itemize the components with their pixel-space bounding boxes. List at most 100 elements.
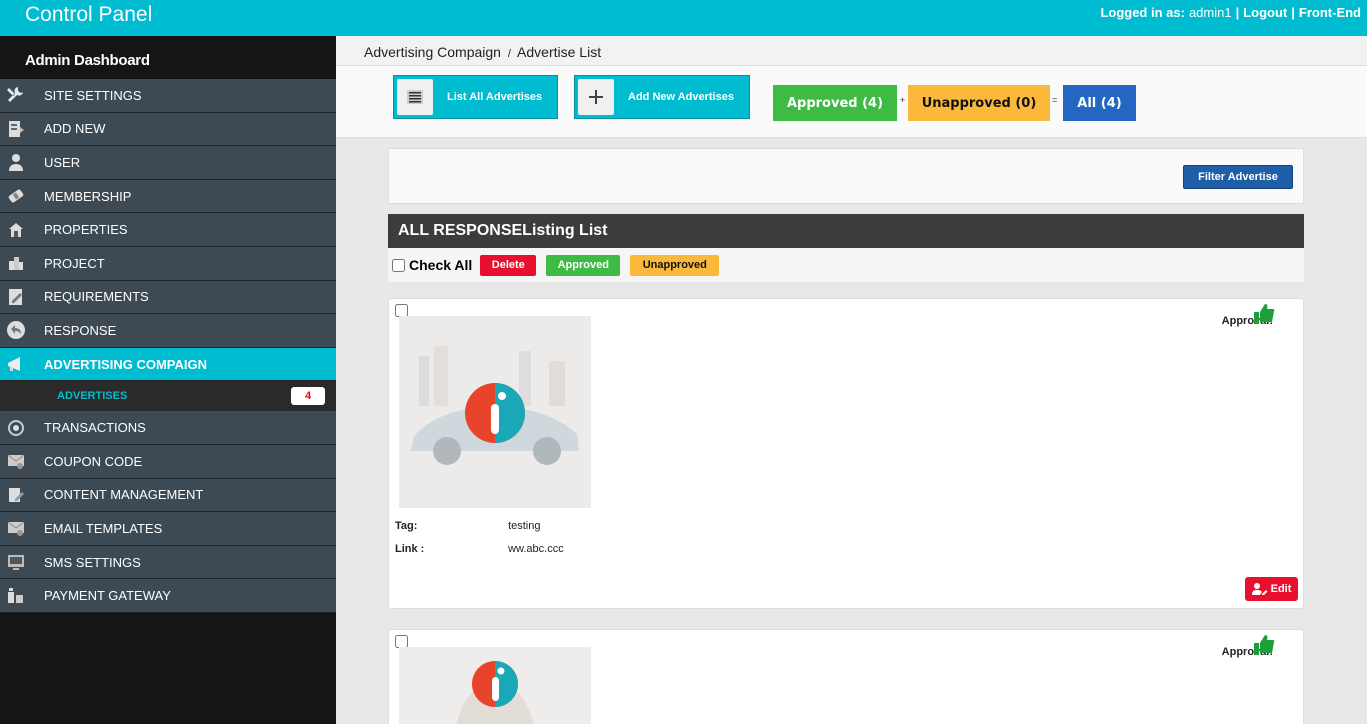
email-icon bbox=[6, 518, 26, 538]
list-content: Filter Advertise ALL RESPONSEListing Lis… bbox=[388, 148, 1304, 724]
payment-icon bbox=[6, 586, 26, 606]
top-header: Control Panel Logged in as: admin1 | Log… bbox=[0, 0, 1367, 36]
sidebar-item-label: EMAIL TEMPLATES bbox=[44, 520, 163, 536]
user-icon bbox=[6, 152, 26, 172]
dashboard-title: Admin Dashboard bbox=[0, 36, 336, 79]
sidebar-item-label: CONTENT MANAGEMENT bbox=[44, 487, 204, 503]
separator: | bbox=[1291, 5, 1295, 20]
advertise-image bbox=[399, 647, 591, 724]
advertise-card: Approval: bbox=[388, 629, 1304, 724]
main-content: Advertising Compaign / Advertise List Li… bbox=[336, 36, 1367, 724]
house-icon bbox=[6, 220, 26, 240]
tools-icon bbox=[6, 85, 26, 105]
breadcrumb-current: Advertise List bbox=[517, 44, 602, 60]
breadcrumb-separator: / bbox=[507, 48, 511, 60]
bulk-actions: Check All Delete Approved Unapproved bbox=[388, 248, 1304, 282]
sidebar-item-project[interactable]: PROJECT bbox=[0, 246, 336, 281]
username: admin1 bbox=[1188, 5, 1232, 20]
sidebar-subitem-advertises[interactable]: ADVERTISES 4 bbox=[0, 381, 336, 412]
megaphone-icon bbox=[6, 354, 26, 374]
sidebar-item-coupon-code[interactable]: COUPON CODE bbox=[0, 444, 336, 479]
membership-icon bbox=[6, 186, 26, 206]
add-new-label: Add New Advertises bbox=[628, 91, 734, 103]
sidebar-item-payment-gateway[interactable]: PAYMENT GATEWAY bbox=[0, 579, 336, 613]
check-all-label[interactable]: Check All bbox=[392, 257, 472, 273]
sidebar: Admin Dashboard SITE SETTINGS ADD NEW US… bbox=[0, 36, 336, 724]
list-all-advertises-button[interactable]: List All Advertises bbox=[393, 75, 558, 119]
breadcrumb-parent[interactable]: Advertising Compaign bbox=[364, 44, 501, 60]
sidebar-item-label: REQUIREMENTS bbox=[44, 289, 149, 305]
user-edit-icon bbox=[1251, 583, 1268, 595]
sidebar-item-user[interactable]: USER bbox=[0, 146, 336, 180]
logout-link[interactable]: Logout bbox=[1243, 5, 1287, 20]
tag-label: Tag: bbox=[395, 520, 418, 532]
coupon-icon bbox=[6, 451, 26, 471]
sidebar-item-label: MEMBERSHIP bbox=[44, 188, 132, 204]
link-label: Link : bbox=[395, 543, 425, 555]
tag-row: Tag: testing bbox=[395, 520, 540, 532]
sidebar-item-site-settings[interactable]: SITE SETTINGS bbox=[0, 79, 336, 113]
advertise-image bbox=[399, 316, 591, 508]
sidebar-item-advertising-compaign[interactable]: ADVERTISING COMPAIGN bbox=[0, 347, 336, 382]
sidebar-item-label: COUPON CODE bbox=[44, 453, 143, 469]
equals-operator: = bbox=[1052, 95, 1058, 105]
link-row: Link : ww.abc.ccc bbox=[395, 543, 564, 555]
sidebar-item-response[interactable]: RESPONSE bbox=[0, 314, 336, 348]
reply-icon bbox=[6, 320, 26, 340]
unapprove-button[interactable]: Unapproved bbox=[630, 254, 720, 276]
sidebar-item-label: PROPERTIES bbox=[44, 222, 128, 238]
thumbs-up-icon[interactable] bbox=[1253, 303, 1275, 330]
count-badge: 4 bbox=[291, 387, 325, 406]
approved-filter[interactable]: Approved (4) bbox=[773, 85, 897, 121]
sidebar-item-label: RESPONSE bbox=[44, 322, 117, 338]
toolbar: List All Advertises Add New Advertises A… bbox=[336, 66, 1367, 138]
sidebar-item-label: PROJECT bbox=[44, 255, 105, 271]
sidebar-item-requirements[interactable]: REQUIREMENTS bbox=[0, 280, 336, 315]
sidebar-item-email-templates[interactable]: EMAIL TEMPLATES bbox=[0, 512, 336, 546]
check-all-text: Check All bbox=[409, 257, 473, 273]
filter-panel: Filter Advertise bbox=[388, 148, 1304, 204]
clipboard-icon bbox=[6, 287, 26, 307]
sms-icon bbox=[6, 552, 26, 572]
sidebar-item-label: USER bbox=[44, 154, 81, 170]
building-icon bbox=[6, 253, 26, 273]
add-new-advertises-button[interactable]: Add New Advertises bbox=[574, 75, 750, 119]
sidebar-subitem-label: ADVERTISES bbox=[57, 390, 128, 403]
check-all-checkbox[interactable] bbox=[392, 258, 405, 272]
sidebar-item-membership[interactable]: MEMBERSHIP bbox=[0, 179, 336, 214]
list-title: ALL RESPONSEListing List bbox=[388, 214, 1304, 248]
logged-in-label: Logged in as: bbox=[1100, 5, 1185, 20]
sidebar-item-label: SMS SETTINGS bbox=[44, 554, 141, 570]
approve-button[interactable]: Approved bbox=[546, 254, 621, 276]
delete-button[interactable]: Delete bbox=[480, 254, 537, 276]
sidebar-item-transactions[interactable]: TRANSACTIONS bbox=[0, 411, 336, 445]
thumbs-up-icon[interactable] bbox=[1253, 634, 1275, 661]
all-filter[interactable]: All (4) bbox=[1063, 85, 1136, 121]
sidebar-item-label: PAYMENT GATEWAY bbox=[44, 588, 171, 604]
frontend-link[interactable]: Front-End bbox=[1299, 5, 1361, 20]
separator: | bbox=[1235, 5, 1240, 20]
advertise-card: Approval: bbox=[388, 298, 1304, 609]
sidebar-item-label: ADD NEW bbox=[44, 121, 106, 137]
plus-operator: + bbox=[900, 95, 906, 105]
list-icon bbox=[397, 79, 433, 115]
sidebar-item-label: SITE SETTINGS bbox=[44, 87, 142, 103]
content-icon bbox=[6, 485, 26, 505]
filter-advertise-button[interactable]: Filter Advertise bbox=[1183, 165, 1293, 189]
sidebar-item-label: ADVERTISING COMPAIGN bbox=[44, 356, 207, 372]
list-all-label: List All Advertises bbox=[447, 91, 543, 103]
sidebar-item-sms-settings[interactable]: SMS SETTINGS bbox=[0, 545, 336, 580]
sidebar-item-add-new[interactable]: ADD NEW bbox=[0, 112, 336, 147]
add-document-icon bbox=[6, 119, 26, 139]
link-value: ww.abc.ccc bbox=[508, 543, 564, 555]
breadcrumb: Advertising Compaign / Advertise List bbox=[336, 36, 1367, 66]
sidebar-item-label: TRANSACTIONS bbox=[44, 420, 146, 436]
sidebar-item-content-management[interactable]: CONTENT MANAGEMENT bbox=[0, 478, 336, 513]
sidebar-item-properties[interactable]: PROPERTIES bbox=[0, 213, 336, 247]
plus-icon bbox=[578, 79, 614, 115]
transactions-icon bbox=[6, 418, 26, 438]
edit-button[interactable]: Edit bbox=[1245, 577, 1298, 601]
edit-label: Edit bbox=[1270, 583, 1292, 595]
unapproved-filter[interactable]: Unapproved (0) bbox=[908, 85, 1050, 121]
tag-value: testing bbox=[508, 520, 541, 532]
